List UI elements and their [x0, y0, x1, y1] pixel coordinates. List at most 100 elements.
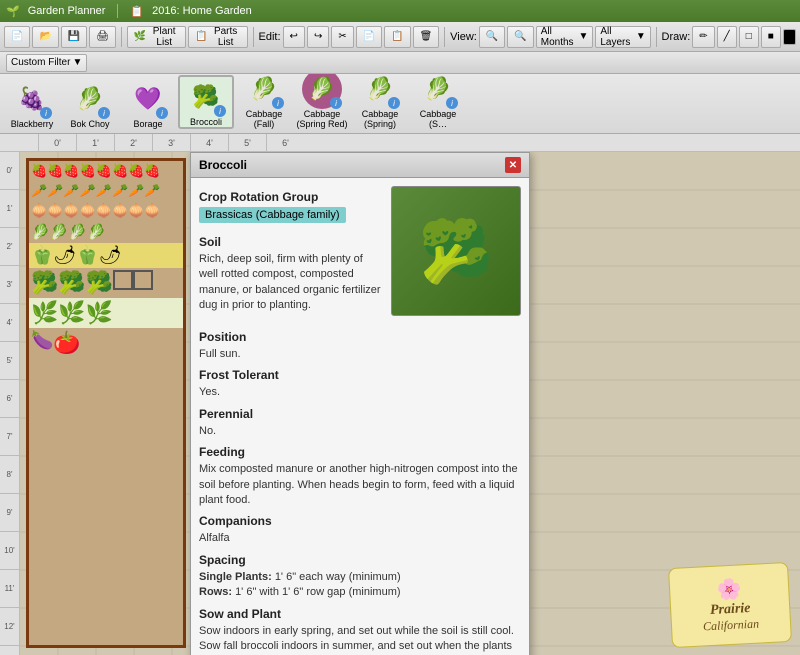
app-title: Garden Planner	[28, 5, 106, 17]
carrot-8: 🥕	[144, 183, 160, 199]
plant-item-cabbage-s[interactable]: 🥬 i Cabbage (S…	[410, 74, 466, 129]
months-dropdown[interactable]: All Months ▼	[536, 26, 594, 48]
borage-label: Borage	[133, 119, 162, 129]
feeding-text: Mix composted manure or another high-nit…	[199, 462, 521, 508]
vruler-6: 6'	[0, 380, 19, 418]
view-label: View:	[450, 31, 477, 43]
eggplant-1: 🍆	[31, 330, 53, 356]
save-button[interactable]: 💾	[61, 26, 87, 48]
spacing-rows-line: Rows: 1' 6" with 1' 6" row gap (minimum)	[199, 585, 521, 600]
blackberry-label: Blackberry	[11, 119, 54, 129]
spacing-single-value: 1' 6" each way (minimum)	[275, 571, 401, 583]
lettuce-2: 🥬	[50, 223, 69, 241]
strawberry-1: 🍓	[31, 163, 47, 179]
plant-img-cabbage-s: 🥬 i	[418, 74, 458, 109]
plant-item-broccoli[interactable]: 🥦 i Broccoli	[178, 75, 234, 129]
sep1	[121, 27, 122, 47]
plant-img-cabbage-spring: 🥬 i	[360, 74, 400, 109]
parts-list-button[interactable]: 📋 Parts List	[188, 26, 248, 48]
plant-row-onions: 🧅 🧅 🧅 🧅 🧅 🧅 🧅 🧅	[29, 201, 183, 221]
onion-5: 🧅	[96, 203, 112, 219]
spacing-title: Spacing	[199, 553, 521, 567]
window-title: 2016: Home Garden	[152, 5, 252, 17]
delete-button[interactable]: 🗑	[413, 26, 440, 48]
plant-row-cauliflower: 🌿 🌿 🌿	[29, 298, 183, 328]
broccoli-info-badge: i	[214, 105, 226, 117]
onion-4: 🧅	[80, 203, 96, 219]
blackberry-info-badge: i	[40, 107, 52, 119]
plant-list-button[interactable]: 🌿 Plant List	[127, 26, 186, 48]
plant-list-icon: 🌿	[134, 31, 146, 42]
strawberry-6: 🍓	[112, 163, 128, 179]
copy-button[interactable]: 📄	[356, 26, 382, 48]
plant-row-broccoli: 🥦 🥦 🥦	[29, 268, 183, 298]
open-button[interactable]: 📂	[32, 26, 58, 48]
carrot-1: 🥕	[31, 183, 47, 199]
plant-img-cabbage-spring-red: 🥬 i	[302, 74, 342, 109]
info-panel-close-button[interactable]: ✕	[505, 157, 521, 173]
layers-label: All Layers	[600, 26, 632, 48]
cauli-1: 🌿	[31, 300, 58, 326]
cauli-2: 🌿	[58, 300, 85, 326]
color-black[interactable]	[783, 29, 796, 45]
title-bar: 🌱 Garden Planner 📋 2016: Home Garden	[0, 0, 800, 22]
print-button[interactable]: 🖨	[89, 26, 116, 48]
watermark-flower: 🌸	[716, 576, 742, 602]
plant-img-blackberry: 🍇 i	[12, 79, 52, 119]
broc-plot-3: 🥦	[86, 270, 113, 296]
zoom-in-button[interactable]: 🔍	[479, 26, 505, 48]
info-panel: Broccoli ✕ 🥦 Crop Rotation Group Brassic…	[190, 152, 530, 655]
plant-item-bokchoy[interactable]: 🥬 i Bok Choy	[62, 79, 118, 129]
cabbage-fall-label: Cabbage (Fall)	[236, 109, 292, 129]
app-icon: 🌱	[6, 5, 20, 18]
layers-chevron: ▼	[636, 31, 646, 42]
custom-filter-dropdown[interactable]: Custom Filter ▼	[6, 54, 87, 72]
perennial-text: No.	[199, 424, 521, 439]
draw-label: Draw:	[662, 31, 691, 43]
fill-button[interactable]: ■	[761, 26, 781, 48]
plant-item-cabbage-spring-red[interactable]: 🥬 i Cabbage (Spring Red)	[294, 74, 350, 129]
strawberry-8: 🍓	[144, 163, 160, 179]
spacing-rows-label: Rows:	[199, 586, 232, 598]
cut-button[interactable]: ✂	[331, 26, 353, 48]
redo-button[interactable]: ↪	[307, 26, 329, 48]
ruler-6: 6'	[266, 134, 304, 152]
plant-img-bokchoy: 🥬 i	[70, 79, 110, 119]
zoom-out-button[interactable]: 🔍	[507, 26, 533, 48]
cabbage-spring-info-badge: i	[388, 97, 400, 109]
cabbage-spring-label: Cabbage (Spring)	[352, 109, 408, 129]
ruler-2: 2'	[114, 134, 152, 152]
strawberry-5: 🍓	[96, 163, 112, 179]
undo-button[interactable]: ↩	[283, 26, 305, 48]
onion-3: 🧅	[63, 203, 79, 219]
carrot-5: 🥕	[96, 183, 112, 199]
ruler-row: 0' 1' 2' 3' 4' 5' 6'	[0, 134, 800, 152]
cabbage-fall-info-badge: i	[272, 97, 284, 109]
plant-row-carrots: 🥕 🥕 🥕 🥕 🥕 🥕 🥕 🥕	[29, 181, 183, 201]
pencil-button[interactable]: ✏	[692, 26, 714, 48]
cabbage-spring-red-label: Cabbage (Spring Red)	[294, 109, 350, 129]
months-chevron: ▼	[578, 31, 588, 42]
bokchoy-label: Bok Choy	[70, 119, 109, 129]
plant-item-cabbage-spring[interactable]: 🥬 i Cabbage (Spring)	[352, 74, 408, 129]
ruler-4: 4'	[190, 134, 228, 152]
parts-list-icon: 📋	[195, 31, 207, 42]
crop-rotation-value: Brassicas (Cabbage family)	[199, 207, 346, 223]
paste-button[interactable]: 📋	[384, 26, 410, 48]
strawberry-4: 🍓	[80, 163, 96, 179]
new-button[interactable]: 📄	[4, 26, 30, 48]
onion-2: 🧅	[47, 203, 63, 219]
line-button[interactable]: ╱	[717, 26, 737, 48]
rect-button[interactable]: □	[739, 26, 759, 48]
layers-dropdown[interactable]: All Layers ▼	[595, 26, 650, 48]
spacing-rows-value: 1' 6" with 1' 6" row gap (minimum)	[235, 586, 400, 598]
plant-list-label: Plant List	[149, 26, 179, 48]
tomato-1: 🍅	[53, 330, 80, 356]
parts-list-label: Parts List	[211, 26, 241, 48]
ruler-3: 3'	[152, 134, 190, 152]
plant-item-cabbage-fall[interactable]: 🥬 i Cabbage (Fall)	[236, 74, 292, 129]
plant-row-peppers: 🫑 🌶 🫑 🌶	[29, 243, 183, 268]
plant-item-borage[interactable]: 💜 i Borage	[120, 79, 176, 129]
plant-img-borage: 💜 i	[128, 79, 168, 119]
plant-item-blackberry[interactable]: 🍇 i Blackberry	[4, 79, 60, 129]
